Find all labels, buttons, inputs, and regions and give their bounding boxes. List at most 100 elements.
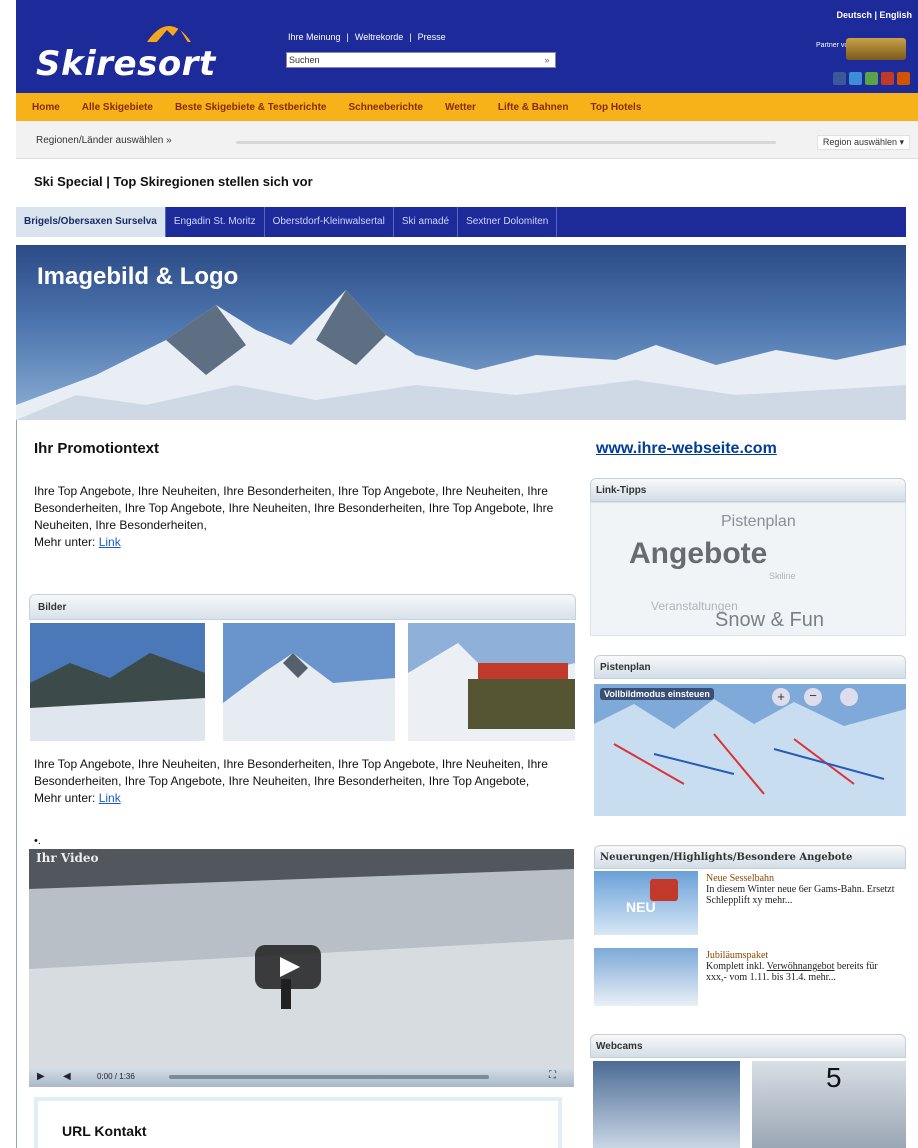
nav-home[interactable]: Home	[16, 102, 71, 113]
tag-pistenplan[interactable]: Pistenplan	[721, 513, 796, 531]
linktips-header: Link-Tipps	[590, 478, 906, 502]
webcams-header: Webcams	[590, 1034, 906, 1058]
webcams-title: Webcams	[596, 1041, 643, 1052]
partner-badge[interactable]: Partner von	[816, 38, 908, 62]
tab-oberstdorf[interactable]: Oberstdorf-Kleinwalsertal	[265, 207, 394, 237]
tab-engadin[interactable]: Engadin St. Moritz	[166, 207, 265, 237]
gallery-image-3[interactable]	[408, 623, 575, 741]
piste-map[interactable]: Vollbildmodus einsteuen + −	[594, 684, 906, 816]
facebook-icon[interactable]	[833, 72, 846, 85]
video-play-button[interactable]	[255, 945, 321, 989]
bullet-point: •.	[34, 835, 41, 847]
url-contact-box: URL Kontakt	[34, 1097, 562, 1148]
region-bar: Regionen/Länder auswählen » Region auswä…	[16, 121, 918, 159]
tab-brigels[interactable]: Brigels/Obersaxen Surselva	[16, 207, 166, 237]
tab-sextner-dolomiten[interactable]: Sextner Dolomiten	[458, 207, 558, 237]
promo-text-body: Ihre Top Angebote, Ihre Neuheiten, Ihre …	[34, 484, 554, 532]
news-item-1-text: In diesem Winter neue 6er Gams-Bahn. Ers…	[706, 884, 895, 906]
reset-view-icon[interactable]	[840, 688, 858, 706]
top-link-meinung[interactable]: Ihre Meinung	[288, 32, 341, 42]
gallery-text-body: Ihre Top Angebote, Ihre Neuheiten, Ihre …	[34, 757, 548, 788]
piste-map-image	[594, 684, 906, 816]
url-contact-title: URL Kontakt	[62, 1123, 147, 1139]
news-badge-new: NEU	[626, 899, 656, 915]
rss-icon[interactable]	[897, 72, 910, 85]
news-image-2[interactable]	[594, 948, 698, 1006]
gondola-icon	[650, 879, 678, 901]
share-icon[interactable]	[865, 72, 878, 85]
language-switch[interactable]: Deutsch | English	[836, 10, 912, 20]
video-time: 0:00 / 1:36	[97, 1072, 135, 1081]
video-title: Ihr Video	[36, 851, 99, 865]
social-icons	[833, 72, 910, 85]
promo-more-link[interactable]: Link	[99, 535, 121, 549]
news-item-2-more[interactable]: mehr...	[808, 972, 836, 983]
mail-icon[interactable]	[881, 72, 894, 85]
promo-more-label: Mehr unter:	[34, 535, 99, 549]
news-item-2: Jubiläumspaket Komplett inkl. Verwöhnang…	[706, 950, 901, 983]
news-item-2-text-a: Komplett inkl.	[706, 961, 767, 972]
bilder-header: Bilder	[29, 594, 576, 620]
news-item-1: Neue Sesselbahn In diesem Winter neue 6e…	[706, 873, 901, 906]
tag-skiline[interactable]: Skiline	[769, 571, 796, 581]
gallery-image-2[interactable]	[223, 623, 395, 741]
nav-beste-skigebiete[interactable]: Beste Skigebiete & Testberichte	[164, 102, 338, 113]
search-input[interactable]: Suchen	[286, 52, 556, 68]
gallery-more-label: Mehr unter:	[34, 791, 99, 805]
top-link-presse[interactable]: Presse	[418, 32, 446, 42]
left-page-border	[16, 420, 17, 1148]
news-header: Neuerungen/Highlights/Besondere Angebote	[594, 845, 906, 869]
gallery-text: Ihre Top Angebote, Ihre Neuheiten, Ihre …	[34, 756, 556, 807]
fullscreen-toggle[interactable]: Vollbildmodus einsteuen	[600, 688, 714, 700]
nav-top-hotels[interactable]: Top Hotels	[579, 102, 652, 113]
nav-wetter[interactable]: Wetter	[434, 102, 487, 113]
fullscreen-icon[interactable]: ⛶	[549, 1070, 556, 1081]
twitter-icon[interactable]	[849, 72, 862, 85]
banner-title: Imagebild & Logo	[37, 263, 239, 290]
webcam-image-1[interactable]	[593, 1061, 740, 1148]
sun-mountain-logo-icon	[147, 26, 191, 44]
zoom-in-icon[interactable]: +	[772, 688, 790, 706]
banner-image: Imagebild & Logo	[16, 245, 906, 420]
gallery-more-link[interactable]: Link	[99, 791, 121, 805]
special-title: Ski Special | Top Skiregionen stellen si…	[34, 174, 313, 189]
bilder-title: Bilder	[38, 602, 67, 613]
region-dropdown[interactable]: Region auswählen ▾	[816, 135, 910, 150]
page-number: 5	[826, 1062, 842, 1093]
zoom-out-icon[interactable]: −	[804, 688, 822, 706]
news-image-1[interactable]: NEU	[594, 871, 698, 935]
top-links: Ihre Meinung | Weltrekorde | Presse	[288, 32, 446, 42]
nav-lifte-bahnen[interactable]: Lifte & Bahnen	[487, 102, 580, 113]
region-divider	[236, 141, 776, 144]
partner-logo-icon	[846, 38, 906, 60]
news-title: Neuerungen/Highlights/Besondere Angebote	[600, 852, 853, 863]
main-navigation: Home Alle Skigebiete Beste Skigebiete & …	[16, 93, 918, 121]
site-header: Skiresort Ihre Meinung | Weltrekorde | Press…	[16, 0, 918, 93]
region-tabs: Brigels/Obersaxen Surselva Engadin St. M…	[16, 207, 906, 237]
news-item-1-title[interactable]: Neue Sesselbahn	[706, 873, 774, 884]
linktips-cloud: Pistenplan Angebote Skiline Veranstaltun…	[590, 502, 906, 636]
tag-snow-fun[interactable]: Snow & Fun	[715, 609, 824, 632]
pistenplan-header: Pistenplan	[594, 655, 906, 679]
linktips-title: Link-Tipps	[596, 485, 647, 496]
play-icon	[280, 957, 300, 977]
website-link[interactable]: www.ihre-webseite.com	[596, 440, 777, 458]
video-progress-track[interactable]	[169, 1075, 489, 1079]
gallery-image-1[interactable]	[30, 623, 205, 741]
video-play-control-icon[interactable]: ▶	[37, 1071, 45, 1082]
news-item-2-title[interactable]: Jubiläumspaket	[706, 950, 768, 961]
nav-schneeberichte[interactable]: Schneeberichte	[337, 102, 433, 113]
nav-alle-skigebiete[interactable]: Alle Skigebiete	[71, 102, 164, 113]
top-link-weltrekorde[interactable]: Weltrekorde	[355, 32, 403, 42]
news-item-2-link[interactable]: Verwöhnangebot	[767, 961, 835, 972]
search-submit-button[interactable]: »	[540, 53, 554, 67]
tag-angebote[interactable]: Angebote	[629, 537, 767, 571]
region-select-link[interactable]: Regionen/Länder auswählen »	[36, 135, 172, 146]
skiresort-logo[interactable]: Skiresort	[36, 44, 216, 84]
news-item-1-more[interactable]: mehr...	[765, 895, 793, 906]
volume-icon[interactable]: ◀	[63, 1071, 71, 1082]
promo-heading: Ihr Promotiontext	[34, 440, 160, 457]
tab-ski-amade[interactable]: Ski amadé	[394, 207, 459, 237]
video-player[interactable]: Ihr Video ▶ ◀ 0:00 / 1:36 ⛶	[29, 849, 574, 1087]
pistenplan-title: Pistenplan	[600, 662, 651, 673]
